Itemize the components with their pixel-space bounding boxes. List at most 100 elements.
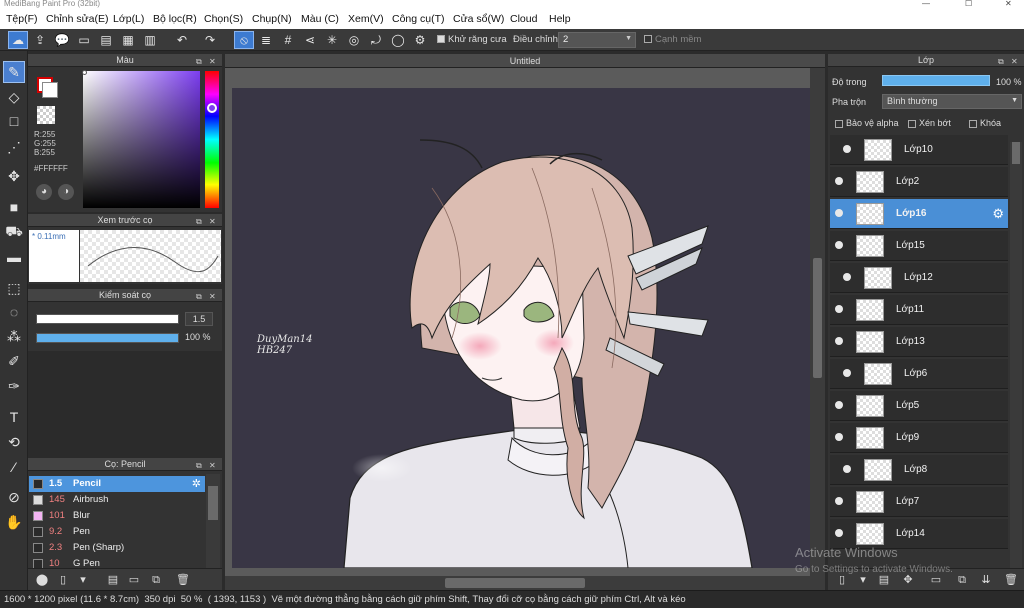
ellipse-snap-icon[interactable]: ◯ [388, 31, 408, 49]
brush-properties-icon[interactable]: ▤ [105, 572, 121, 588]
close-button[interactable]: ✕ [1005, 0, 1012, 8]
new-file-icon[interactable]: ▭ [74, 31, 94, 49]
fill-rect-tool-icon[interactable]: ■ [3, 196, 25, 218]
layer-item[interactable]: Lớp2 [830, 167, 1008, 197]
detach-icon[interactable]: ⧉ [196, 290, 202, 303]
visibility-eye-icon[interactable] [835, 433, 843, 441]
brush-opacity-slider[interactable] [36, 333, 179, 343]
brush-item[interactable]: 2.3 Pen (Sharp) [29, 540, 205, 556]
hue-slider[interactable] [205, 71, 219, 208]
menu-layer[interactable]: Lớp(L) [113, 13, 144, 25]
dot-tool-icon[interactable]: □ [3, 110, 25, 132]
close-panel-icon[interactable]: ✕ [1011, 55, 1018, 68]
layer-list-scrollbar[interactable] [1010, 142, 1022, 572]
minimize-button[interactable]: — [922, 0, 930, 8]
blend-mode-dropdown[interactable]: Bình thường ▼ [882, 94, 1022, 109]
layer-item[interactable]: Lớp10 [830, 135, 1008, 165]
redo-icon[interactable]: ↷ [200, 31, 220, 49]
visibility-eye-icon[interactable] [835, 529, 843, 537]
canvas-tab[interactable]: Untitled [225, 54, 825, 68]
hue-slider-knob[interactable] [207, 103, 217, 113]
copy-brush-icon[interactable]: ⧉ [148, 572, 164, 588]
dot-pen-tool-icon[interactable]: ⋰ [3, 136, 25, 158]
brush-folder-icon[interactable]: ▭ [126, 572, 142, 588]
detach-icon[interactable]: ⧉ [196, 459, 202, 472]
gear-icon[interactable]: ✲ [192, 477, 201, 490]
brush-cloud-icon[interactable]: ⬤ [34, 572, 50, 588]
merge-layer-icon[interactable]: ⇊ [978, 572, 994, 588]
visibility-eye-icon[interactable] [835, 177, 843, 185]
visibility-eye-icon[interactable] [843, 273, 851, 281]
layer-item[interactable]: Lớp11 [830, 295, 1008, 325]
visibility-eye-icon[interactable] [835, 497, 843, 505]
adjust-dropdown[interactable]: 2 ▼ [558, 32, 636, 48]
layer-item[interactable]: Lớp15 [830, 231, 1008, 261]
close-panel-icon[interactable]: ✕ [209, 459, 216, 472]
move-tool-icon[interactable]: ✥ [3, 165, 25, 187]
visibility-eye-icon[interactable] [843, 465, 851, 473]
menu-help[interactable]: Help [549, 13, 571, 25]
antialias-checkbox[interactable]: Khử răng cưa [437, 34, 507, 45]
visibility-eye-icon[interactable] [835, 305, 843, 313]
soft-edge-checkbox[interactable]: Cạnh mềm [644, 34, 701, 45]
primary-color-swatch[interactable] [42, 82, 58, 98]
concentric-snap-icon[interactable]: ◎ [344, 31, 364, 49]
menu-window[interactable]: Cửa sổ(W) [453, 13, 504, 25]
canvas-vertical-scrollbar[interactable] [810, 68, 825, 576]
rect-select-tool-icon[interactable]: ⬚ [3, 277, 25, 299]
visibility-eye-icon[interactable] [843, 145, 851, 153]
eyedropper-tool-icon[interactable]: ⁄ [3, 456, 25, 478]
comment-icon[interactable]: 💬 [52, 31, 72, 49]
detach-icon[interactable]: ⧉ [998, 55, 1004, 68]
cloud-icon[interactable]: ☁ [8, 31, 28, 49]
add-brush-icon[interactable]: ▯ [55, 572, 71, 588]
brush-item[interactable]: 9.2 Pen [29, 524, 205, 540]
hand-tool-icon[interactable]: ✋ [3, 511, 25, 533]
select-pen-tool-icon[interactable]: ✐ [3, 350, 25, 372]
layer-item[interactable]: Lớp9 [830, 423, 1008, 453]
close-panel-icon[interactable]: ✕ [209, 55, 216, 68]
radial-line-snap-icon[interactable]: ⋖ [300, 31, 320, 49]
menu-tools[interactable]: Công cụ(T) [392, 13, 445, 25]
menu-view[interactable]: Xem(V) [348, 13, 384, 25]
layers-icon[interactable]: ▥ [140, 31, 160, 49]
layer-opacity-slider[interactable] [882, 75, 990, 86]
visibility-eye-icon[interactable] [835, 337, 843, 345]
grid-snap-icon[interactable]: # [278, 31, 298, 49]
brush-size-slider[interactable] [36, 314, 179, 324]
visibility-eye-icon[interactable] [843, 369, 851, 377]
parallel-snap-icon[interactable]: ≣ [256, 31, 276, 49]
upload-icon[interactable]: ⇪ [30, 31, 50, 49]
color-picker-cursor[interactable] [82, 70, 87, 75]
eraser-tool-icon[interactable]: ◇ [3, 86, 25, 108]
clipping-checkbox[interactable]: Xén bớt [908, 118, 951, 128]
visibility-eye-icon[interactable] [835, 241, 843, 249]
layer-item[interactable]: Lớp5 [830, 391, 1008, 421]
detach-icon[interactable]: ⧉ [196, 55, 202, 68]
close-panel-icon[interactable]: ✕ [209, 290, 216, 303]
menu-select[interactable]: Chọn(S) [204, 13, 243, 25]
layer-item[interactable]: Lớp7 [830, 487, 1008, 517]
add-brush-menu-icon[interactable]: ▾ [75, 572, 91, 588]
delete-layer-icon[interactable]: 🗑 [1003, 572, 1019, 588]
saturation-value-square[interactable] [83, 71, 200, 208]
brush-list-scrollbar[interactable] [206, 474, 220, 568]
brush-tool-icon[interactable]: ✎ [3, 61, 25, 83]
bucket-tool-icon[interactable]: ⛟ [3, 221, 25, 243]
close-panel-icon[interactable]: ✕ [209, 215, 216, 228]
gear-icon[interactable]: ⚙ [992, 206, 1004, 222]
brush-size-value[interactable]: 1.5 [185, 312, 213, 326]
visibility-eye-icon[interactable] [835, 401, 843, 409]
menu-color[interactable]: Màu (C) [301, 13, 339, 25]
delete-brush-icon[interactable]: 🗑 [175, 572, 191, 588]
color-mix-icon[interactable]: ◑ [58, 184, 74, 200]
layer-item[interactable]: Lớp8 [830, 455, 1008, 485]
snap-settings-icon[interactable]: ⚙ [410, 31, 430, 49]
curve-snap-icon[interactable]: ⤾ [366, 31, 386, 49]
maximize-button[interactable]: ☐ [965, 0, 972, 8]
menu-edit[interactable]: Chỉnh sửa(E) [46, 13, 108, 25]
menu-snap[interactable]: Chụp(N) [252, 13, 292, 25]
artboard[interactable]: DuyMan14 HB247 [232, 88, 810, 568]
menu-file[interactable]: Tệp(F) [6, 13, 38, 25]
canvas-horizontal-scroll-thumb[interactable] [445, 578, 585, 588]
